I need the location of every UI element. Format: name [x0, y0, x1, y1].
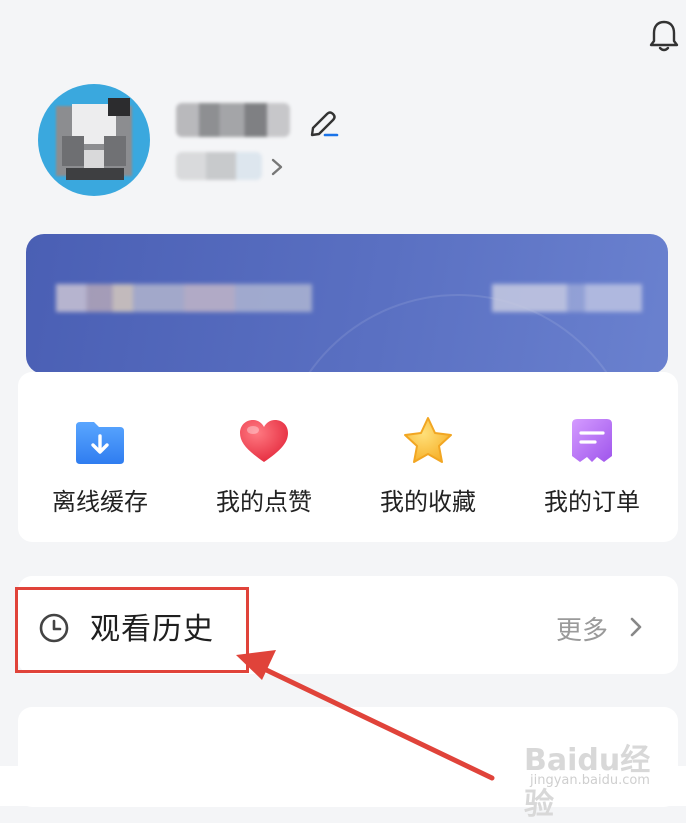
my-likes-label: 我的点赞 [216, 488, 312, 516]
membership-banner[interactable] [26, 234, 668, 374]
quick-actions-card: 离线缓存 我的点赞 我的收藏 我的订单 [18, 372, 678, 542]
watermark: Baidu经验 jingyan.baidu.com [524, 735, 664, 822]
my-favorites-label: 我的收藏 [380, 488, 476, 516]
user-info-blurred [176, 152, 262, 180]
heart-icon [240, 420, 288, 462]
chevron-right-icon[interactable] [266, 155, 288, 179]
offline-cache-label: 离线缓存 [52, 488, 148, 516]
pencil-icon[interactable] [306, 104, 340, 138]
my-orders-label: 我的订单 [544, 488, 640, 516]
order-icon [572, 419, 612, 462]
username-blurred [176, 103, 290, 137]
my-likes-button[interactable]: 我的点赞 [184, 408, 344, 528]
banner-action-blurred [492, 284, 642, 312]
star-icon [404, 417, 452, 463]
folder-download-icon [76, 422, 124, 464]
watermark-sub: jingyan.baidu.com [530, 773, 650, 788]
banner-text-blurred [56, 284, 312, 312]
annotation-highlight-box [15, 587, 249, 673]
more-link[interactable]: 更多 [556, 610, 608, 647]
my-orders-button[interactable]: 我的订单 [512, 408, 672, 528]
chevron-right-icon[interactable] [626, 614, 646, 640]
offline-cache-button[interactable]: 离线缓存 [20, 408, 180, 528]
bell-icon[interactable] [644, 16, 684, 56]
avatar[interactable] [38, 84, 150, 196]
my-favorites-button[interactable]: 我的收藏 [348, 408, 508, 528]
